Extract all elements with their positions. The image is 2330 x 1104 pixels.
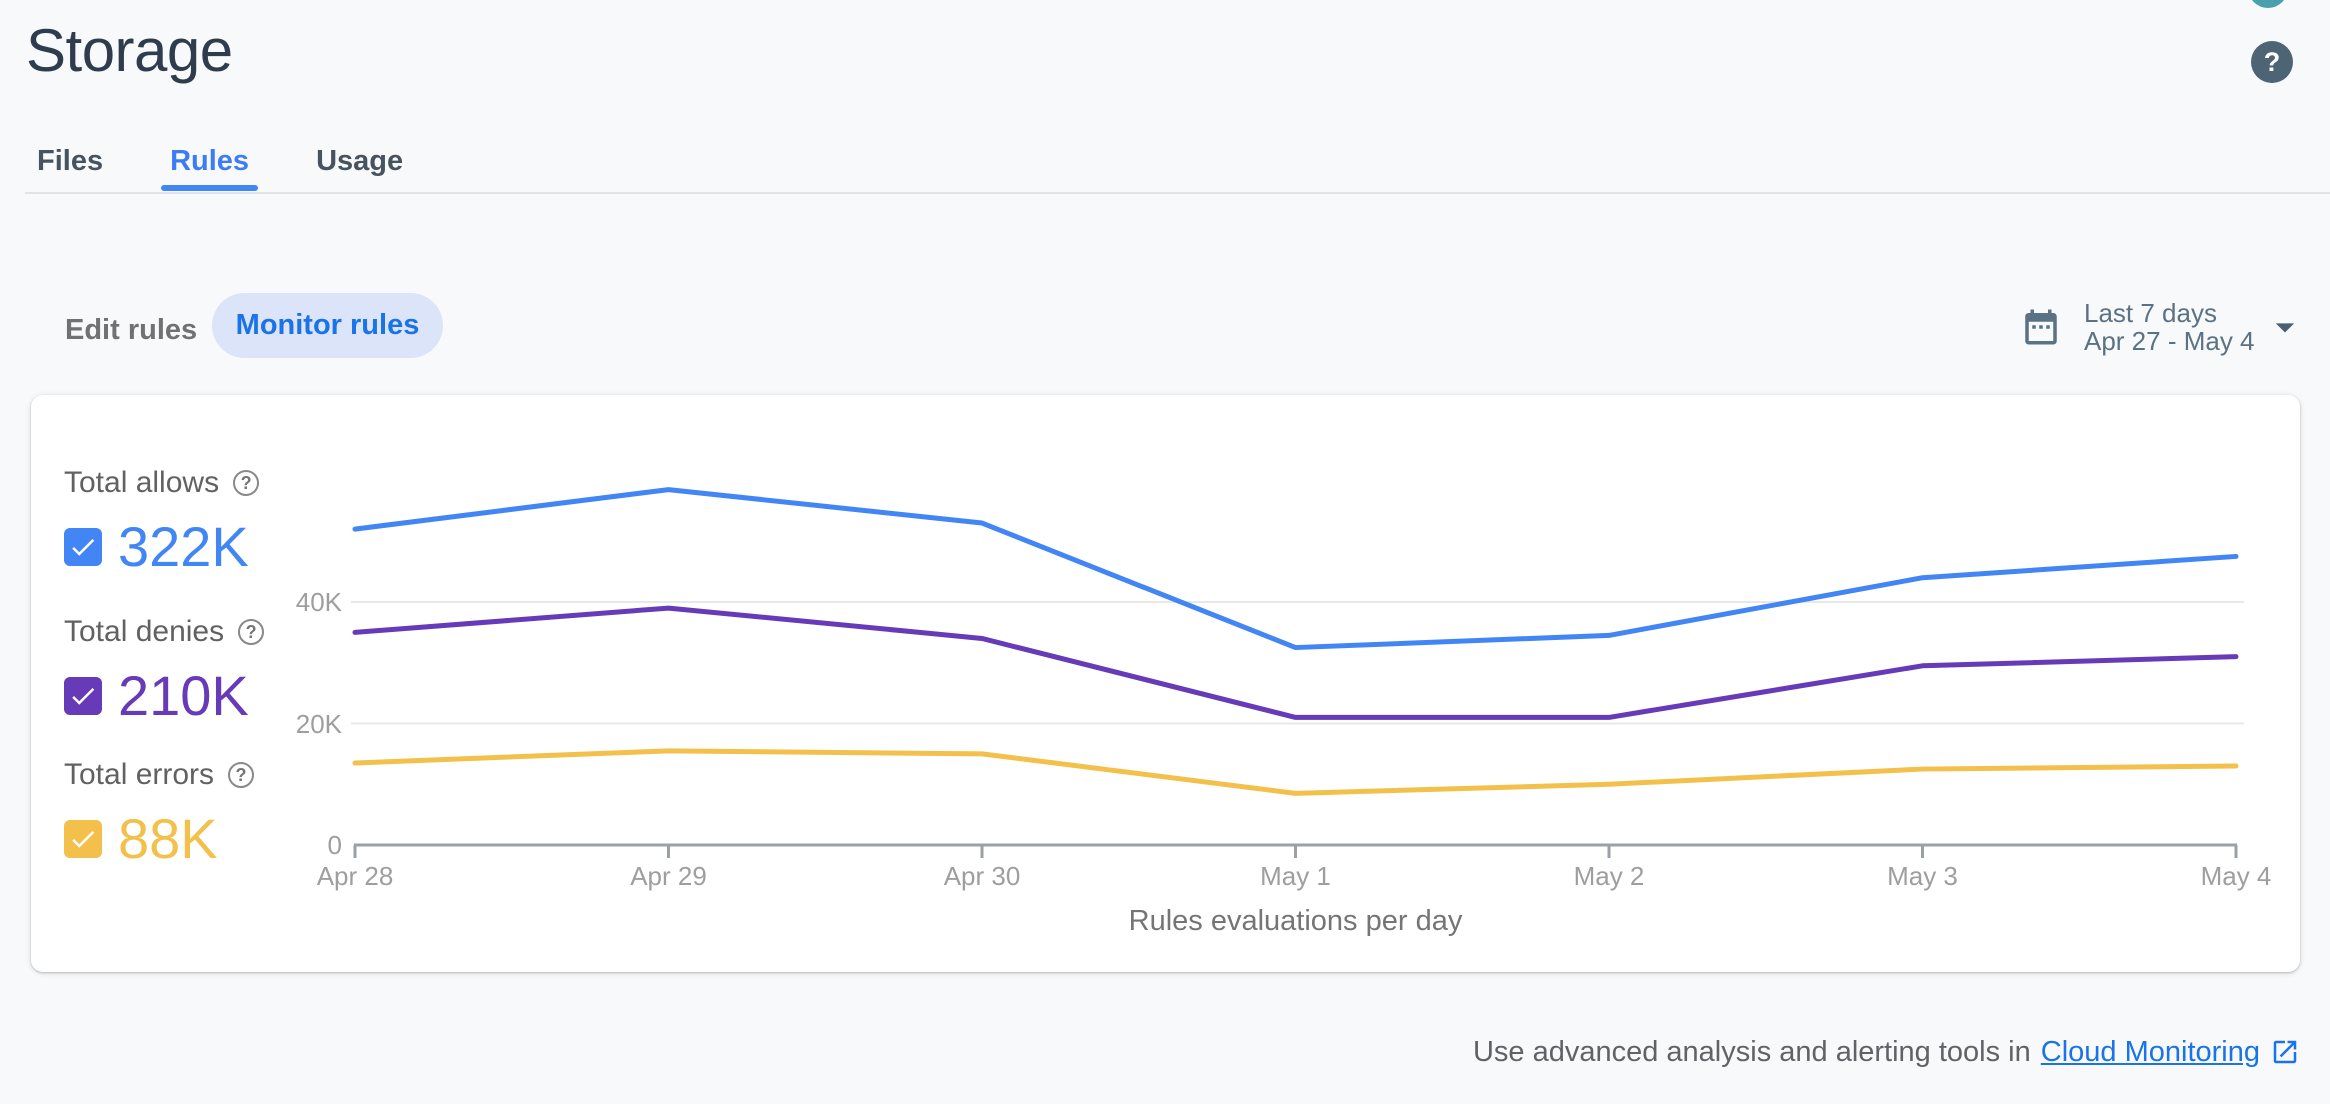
y-axis-label: 0	[327, 830, 342, 860]
x-axis-label: May 1	[1260, 861, 1331, 891]
chevron-down-icon	[2275, 323, 2294, 333]
date-range-selector[interactable]: Last 7 days Apr 27 - May 4	[2020, 292, 2310, 362]
page-title: Storage	[26, 17, 233, 84]
rules-monitor-card: Total allows ? 322K Total denies ? 210K	[31, 395, 2300, 972]
y-axis-label: 40K	[295, 587, 342, 617]
monitor-rules-button[interactable]: Monitor rules	[212, 293, 443, 358]
x-axis-label: Apr 29	[630, 861, 707, 891]
x-axis-label: May 3	[1887, 861, 1958, 891]
tab-bar: Files Rules Usage	[25, 130, 2330, 194]
tab-rules-label: Rules	[170, 145, 250, 177]
storage-monitor-page: Storage ? Files Rules Usage Edit rules M…	[0, 0, 2330, 1104]
tab-files[interactable]: Files	[37, 130, 103, 194]
tab-usage-label: Usage	[316, 145, 404, 177]
footer-text: Use advanced analysis and alerting tools…	[1472, 1035, 2031, 1068]
chart-caption: Rules evaluations per day	[1128, 905, 1463, 937]
date-range-preset: Last 7 days	[2084, 298, 2217, 328]
question-mark-icon: ?	[2263, 46, 2281, 77]
x-axis-label: Apr 30	[943, 861, 1021, 891]
y-axis-label: 20K	[295, 708, 342, 739]
footer: Use advanced analysis and alerting tools…	[1473, 1032, 2300, 1072]
x-axis-label: May 2	[1573, 861, 1645, 891]
cloud-monitoring-link[interactable]: Cloud Monitoring	[2041, 1036, 2260, 1069]
tab-rules[interactable]: Rules	[161, 130, 259, 194]
x-axis-label: Apr 28	[316, 861, 394, 891]
edit-rules-button[interactable]: Edit rules	[65, 314, 197, 347]
x-axis-label: May 4	[2200, 861, 2272, 891]
avatar[interactable]	[2248, 0, 2288, 8]
tab-usage[interactable]: Usage	[316, 130, 403, 194]
calendar-icon	[2025, 309, 2057, 345]
date-range-dates: Apr 27 - May 4	[2084, 326, 2255, 356]
tab-files-label: Files	[37, 145, 104, 177]
external-link-icon[interactable]	[2270, 1037, 2300, 1067]
help-button[interactable]: ?	[2251, 41, 2293, 83]
date-range-text: Last 7 days Apr 27 - May 4	[2084, 299, 2255, 355]
